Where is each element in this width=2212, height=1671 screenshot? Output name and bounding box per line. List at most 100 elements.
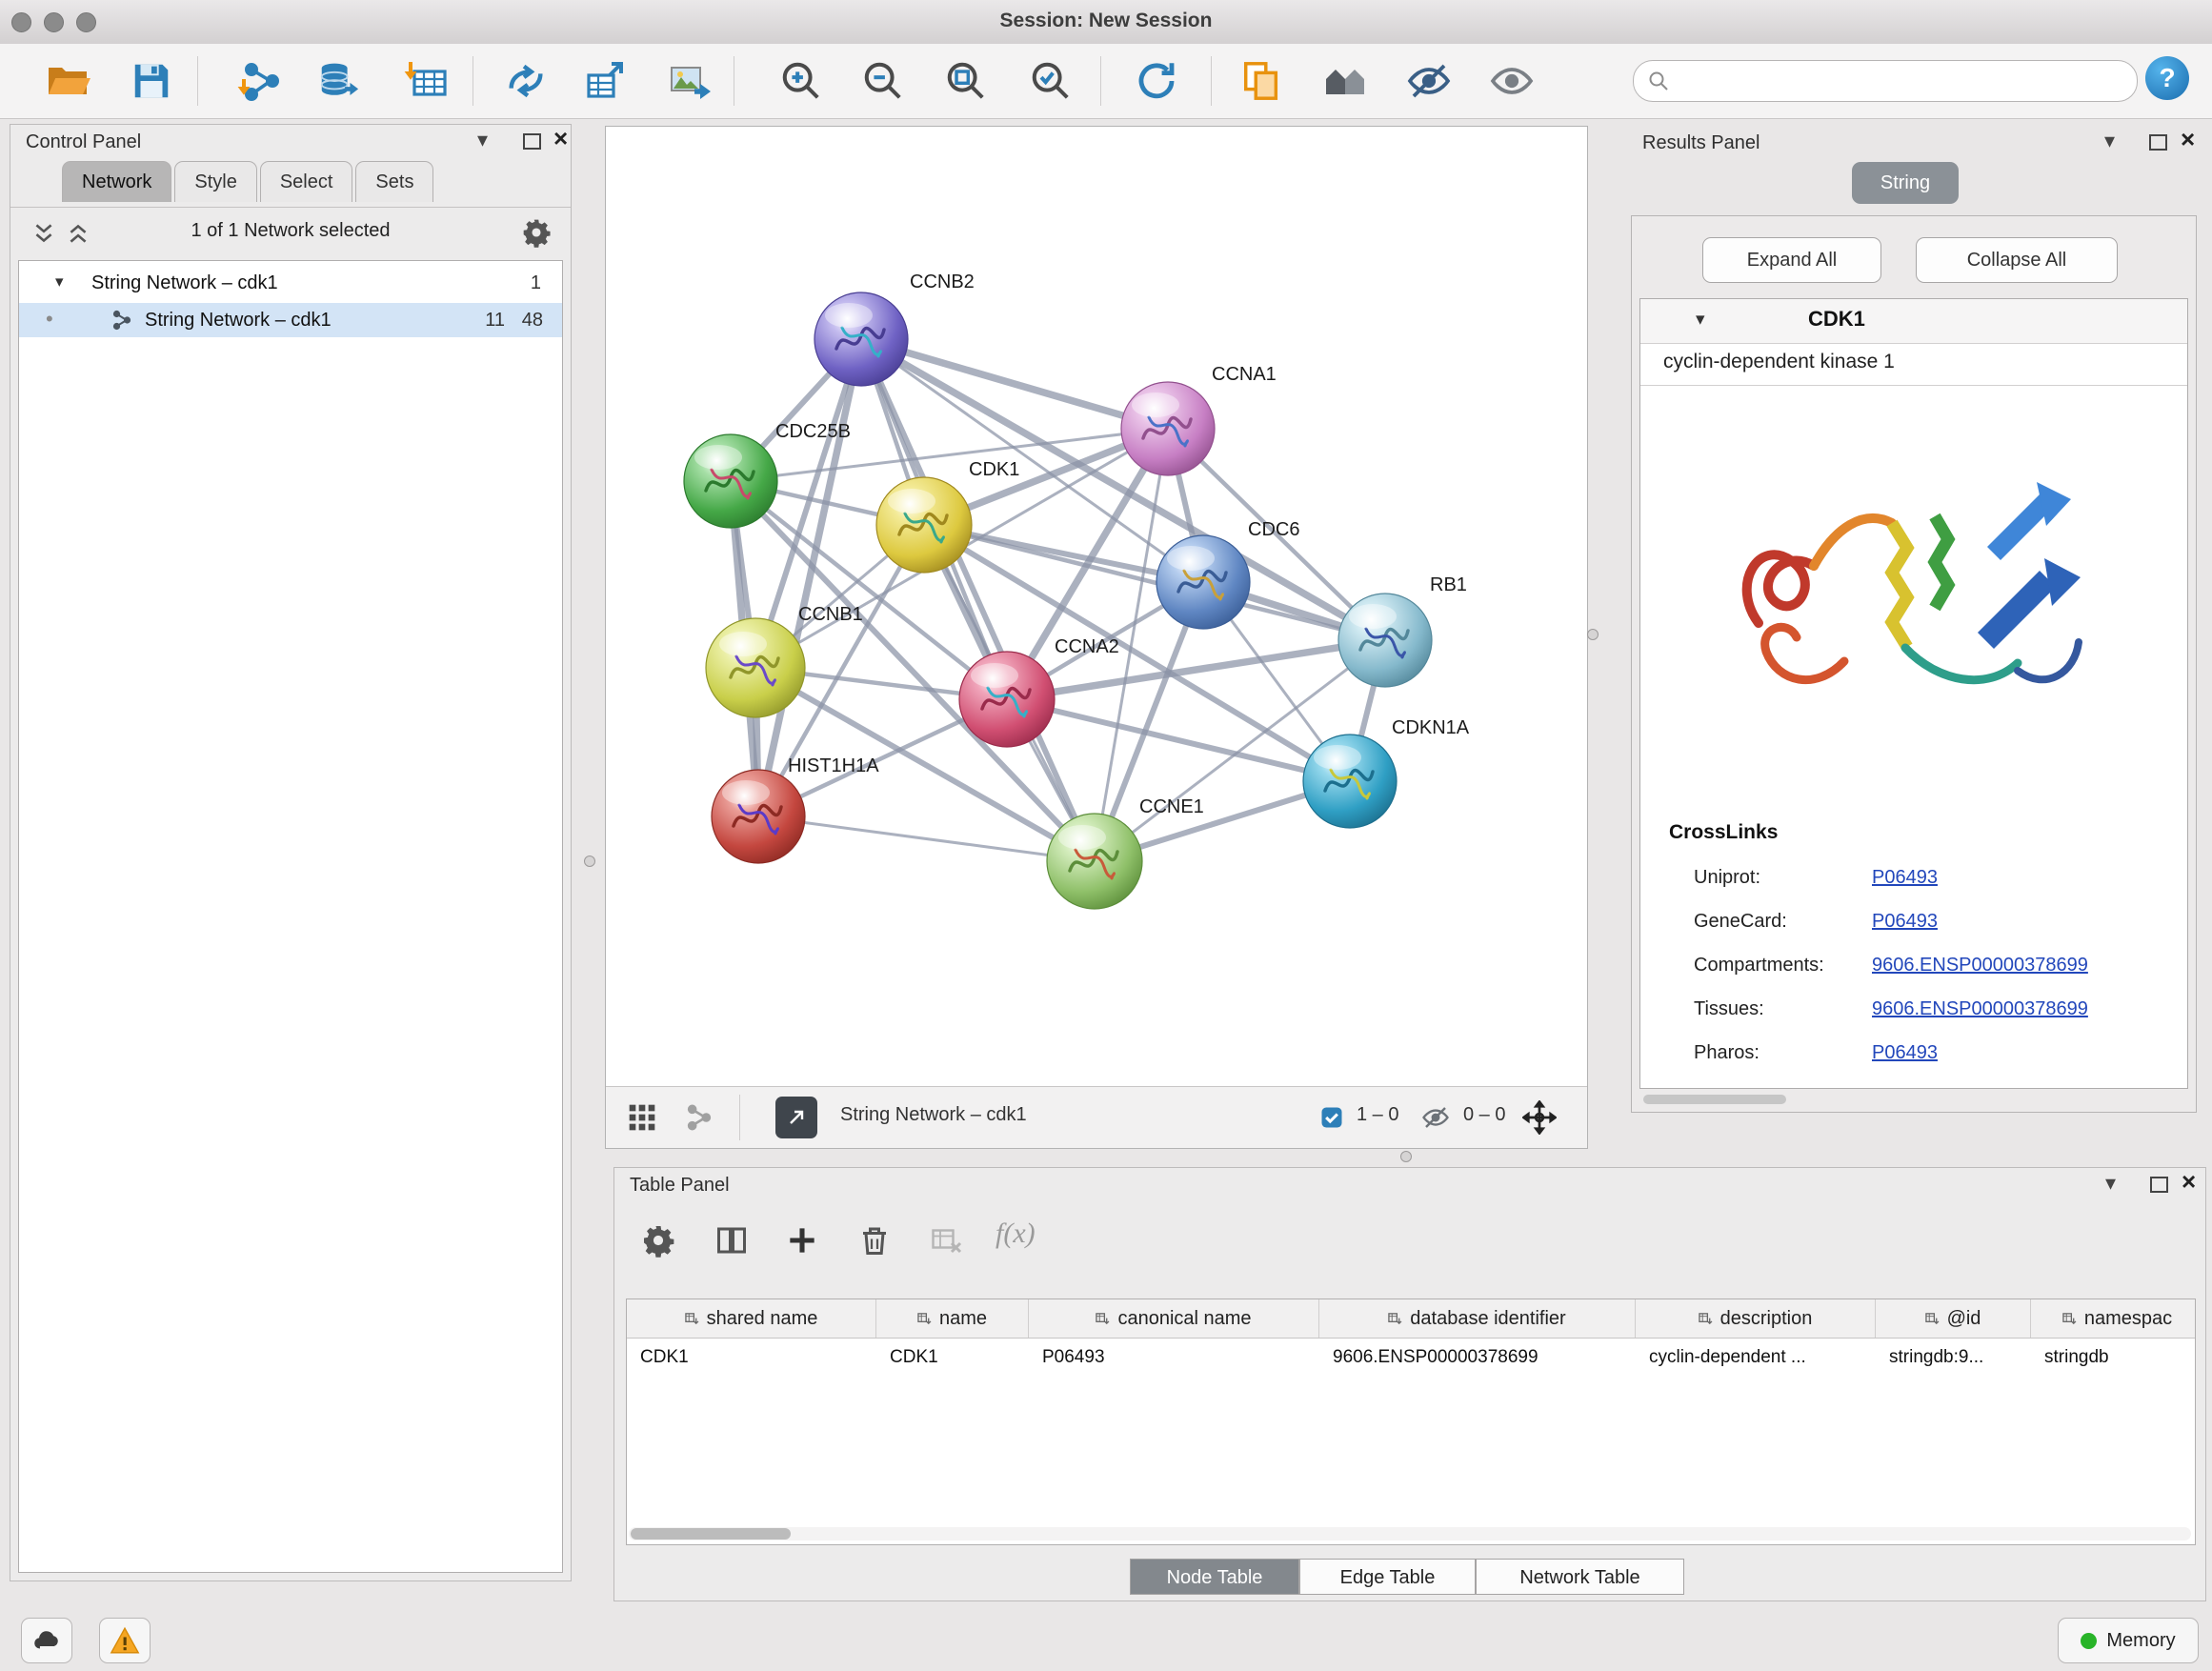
network-node-HIST1H1A[interactable] [712,770,805,863]
crosslink-value-link[interactable]: 9606.ENSP00000378699 [1872,955,2088,976]
float-panel-button[interactable] [2149,134,2167,151]
tab-select[interactable]: Select [260,161,353,202]
home-button[interactable] [1317,52,1373,110]
float-panel-button[interactable] [523,133,541,150]
crosslink-value-link[interactable]: P06493 [1872,867,1938,889]
detach-view-button[interactable] [775,1097,817,1138]
grid-view-icon[interactable] [627,1102,657,1133]
table-export-icon [583,58,629,104]
table-cell[interactable]: CDK1 [627,1339,876,1377]
open-session-button[interactable] [40,52,95,110]
collapse-section-icon[interactable]: ▾ [1696,309,1705,331]
show-graphics-details-button[interactable] [1484,52,1539,110]
close-panel-button[interactable]: × [2181,130,2195,149]
tab-sets[interactable]: Sets [355,161,433,202]
column-header-shared-name[interactable]: shared name [627,1299,876,1338]
disclosure-triangle-icon[interactable]: ▾ [55,272,64,292]
function-builder-button[interactable]: f(x) [995,1218,1036,1250]
left-splitter-handle[interactable] [584,856,595,867]
save-session-button[interactable] [124,52,179,110]
tab-node-table[interactable]: Node Table [1130,1559,1299,1595]
table-cell[interactable]: 9606.ENSP00000378699 [1319,1339,1636,1377]
network-overview-icon[interactable] [684,1102,714,1133]
table-cell[interactable]: P06493 [1029,1339,1319,1377]
column-header-name[interactable]: name [876,1299,1029,1338]
warnings-button[interactable] [99,1618,151,1663]
crosslink-value-link[interactable]: P06493 [1872,911,1938,933]
network-node-CCNB1[interactable] [706,618,805,717]
export-table-button[interactable] [578,52,633,110]
column-header-canonical-name[interactable]: canonical name [1029,1299,1319,1338]
gear-icon[interactable] [521,217,552,248]
search-input[interactable] [1679,70,2123,93]
float-panel-button[interactable] [2150,1177,2168,1193]
show-columns-button[interactable] [705,1214,758,1267]
close-panel-button[interactable]: × [553,129,568,148]
tab-network[interactable]: Network [62,161,171,202]
network-node-CDK1[interactable] [876,477,972,573]
close-panel-button[interactable]: × [2182,1172,2196,1191]
table-settings-button[interactable] [632,1214,685,1267]
network-edges[interactable] [731,339,1385,861]
crosslink-value-link[interactable]: 9606.ENSP00000378699 [1872,998,2088,1020]
delete-column-button[interactable] [848,1214,901,1267]
crosslink-value-link[interactable]: P06493 [1872,1042,1938,1064]
network-node-CDC25B[interactable] [684,434,777,528]
copy-document-icon [1239,59,1283,103]
column-header-database-identifier[interactable]: database identifier [1319,1299,1636,1338]
import-network-from-database-button[interactable] [311,52,366,110]
table-cell[interactable]: cyclin-dependent ... [1636,1339,1876,1377]
column-header-description[interactable]: description [1636,1299,1876,1338]
right-splitter-handle[interactable] [1587,629,1599,640]
table-cell[interactable]: stringdb:9... [1876,1339,2031,1377]
network-node-RB1[interactable] [1338,594,1432,687]
network-collection-row[interactable]: ▾ String Network – cdk1 1 [19,269,562,301]
table-hscrollbar-thumb[interactable] [631,1528,791,1540]
tab-edge-table[interactable]: Edge Table [1299,1559,1476,1595]
results-scrollbar[interactable] [1643,1095,1786,1104]
add-column-button[interactable] [775,1214,829,1267]
zoom-in-button[interactable] [774,52,829,110]
network-row[interactable]: • String Network – cdk1 11 48 [19,303,562,337]
expand-all-button[interactable]: Expand All [1702,237,1881,283]
apply-layout-button[interactable] [1129,52,1184,110]
import-table-from-file-button[interactable] [398,52,453,110]
export-image-button[interactable] [663,52,718,110]
table-cell[interactable]: CDK1 [876,1339,1029,1377]
network-node-CCNE1[interactable] [1047,814,1142,909]
cloud-status-button[interactable] [21,1618,72,1663]
panel-menu-icon[interactable]: ▾ [2105,1174,2116,1193]
string-results-box: Expand All Collapse All ▾ CDK1 cyclin-de… [1631,215,2197,1113]
import-network-from-file-button[interactable] [231,52,287,110]
center-view-icon[interactable] [1522,1100,1557,1135]
network-node-CCNB2[interactable] [814,292,908,386]
help-button[interactable]: ? [2145,56,2189,100]
zoom-out-button[interactable] [855,52,911,110]
panel-menu-icon[interactable]: ▾ [2104,131,2115,151]
tab-string[interactable]: String [1852,162,1959,204]
bottom-splitter-handle[interactable] [1400,1151,1412,1162]
tab-network-table[interactable]: Network Table [1476,1559,1684,1595]
network-node-CDC6[interactable] [1156,535,1250,629]
delete-table-button[interactable] [919,1214,973,1267]
network-node-CDKN1A[interactable] [1303,735,1397,828]
table-row[interactable]: CDK1CDK1P064939606.ENSP00000378699cyclin… [627,1339,2196,1377]
new-network-from-selection-button[interactable] [498,52,553,110]
tab-style[interactable]: Style [174,161,256,202]
network-node-CCNA1[interactable] [1121,382,1215,475]
column-header--id[interactable]: @id [1876,1299,2031,1338]
column-header-namespac[interactable]: namespac [2031,1299,2196,1338]
results-panel: Results Panel ▾ × String Expand All Coll… [1625,126,2204,1167]
network-canvas[interactable]: CCNB2CCNA1CDC25BCDK1CDC6RB1CCNB1CCNA2CDK… [606,127,1585,1085]
hide-graphics-details-button[interactable] [1401,52,1457,110]
panel-menu-icon[interactable]: ▾ [477,131,488,150]
duplicate-network-button[interactable] [1234,52,1289,110]
table-header-row: shared namenamecanonical namedatabase id… [627,1299,2196,1339]
memory-button[interactable]: Memory [2058,1618,2199,1663]
zoom-fit-button[interactable] [938,52,994,110]
collapse-all-button[interactable]: Collapse All [1916,237,2118,283]
zoom-selected-button[interactable] [1023,52,1078,110]
table-cell[interactable]: stringdb [2031,1339,2196,1377]
network-node-CCNA2[interactable] [959,652,1055,747]
crosslink-label: Compartments: [1694,955,1824,976]
